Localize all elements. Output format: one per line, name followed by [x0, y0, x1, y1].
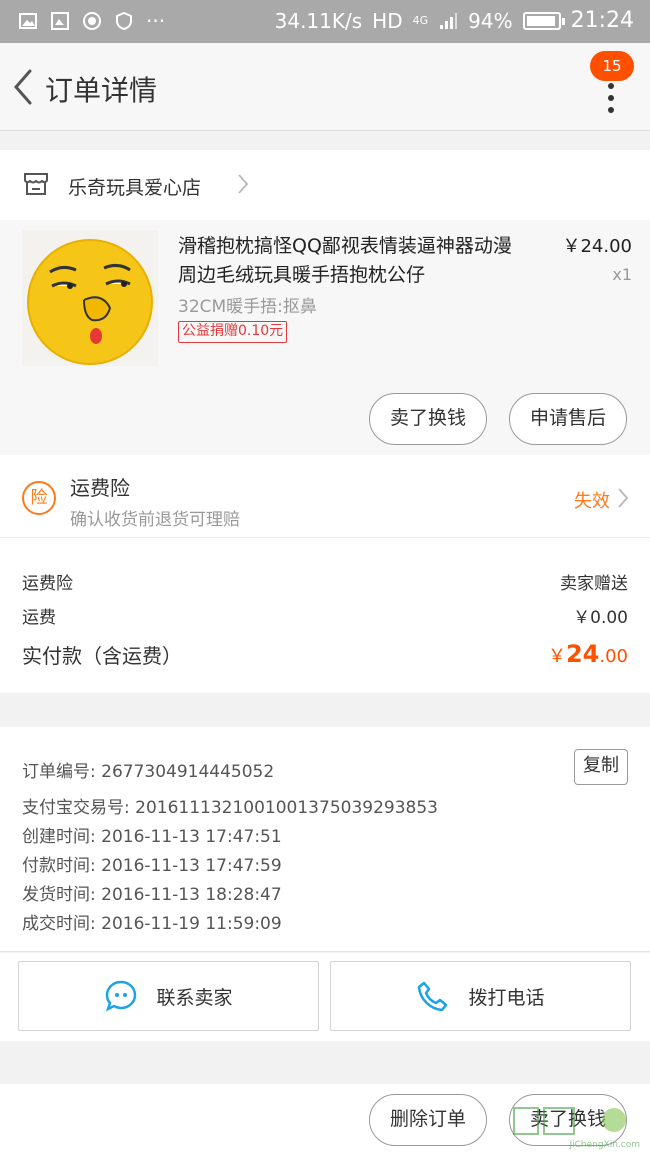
record-icon — [83, 12, 101, 30]
total-integer: 24 — [565, 640, 600, 668]
fee-label: 运费险 — [22, 574, 73, 594]
battery-icon — [522, 11, 565, 30]
total-amount: ￥24.00 — [548, 640, 628, 668]
fee-label: 运费 — [22, 608, 56, 628]
watermark-text: JiChengXin.com — [569, 1140, 640, 1150]
contact-seller-button[interactable]: 联系卖家 — [18, 961, 319, 1031]
shipping-insurance-row[interactable]: 险 运费险 确认收货前退货可理赔 失效 — [0, 455, 650, 538]
chat-bubble-icon — [106, 980, 137, 1012]
paid-time: 付款时间: 2016-11-13 17:47:59 — [22, 856, 282, 876]
total-label: 实付款（含运费） — [22, 644, 182, 668]
battery-percent: 94% — [468, 8, 513, 33]
charity-tag: 公益捐赠0.10元 — [178, 321, 288, 343]
product-quantity: x1 — [612, 265, 632, 284]
fee-value: 卖家赠送 — [560, 574, 628, 594]
product-image[interactable] — [22, 230, 158, 366]
fee-row: 运费 ￥0.00 — [22, 603, 628, 628]
hd-label: HD — [372, 8, 403, 33]
delete-order-button[interactable]: 删除订单 — [369, 1094, 487, 1146]
alipay-trade-number: 支付宝交易号: 2016111321001001375039293853 — [22, 798, 438, 818]
network-speed: 34.11K/s — [274, 8, 363, 33]
insurance-icon: 险 — [22, 481, 56, 515]
store-icon — [24, 173, 48, 195]
back-arrow-icon[interactable] — [10, 67, 34, 107]
contact-seller-label: 联系卖家 — [156, 986, 233, 1009]
shop-name: 乐奇玩具爱心店 — [68, 177, 202, 199]
insurance-status: 失效 — [574, 491, 610, 512]
after-sale-button[interactable]: 申请售后 — [509, 393, 627, 445]
product-sku: 32CM暖手捂:抠鼻 — [178, 297, 317, 317]
insurance-title: 运费险 — [70, 476, 130, 500]
contact-bar: 联系卖家 拨打电话 — [0, 953, 650, 1041]
app-header: 订单详情 15 — [0, 43, 650, 131]
created-time: 创建时间: 2016-11-13 17:47:51 — [22, 827, 282, 847]
product-item: 滑稽抱枕搞怪QQ鄙视表情装逼神器动漫周边毛绒玩具暖手捂抱枕公仔 32CM暖手捂:… — [0, 220, 650, 455]
sell-for-cash-button[interactable]: 卖了换钱 — [369, 393, 487, 445]
page-title: 订单详情 — [45, 74, 158, 107]
fee-value: ￥0.00 — [573, 608, 628, 628]
total-paid-row: 实付款（含运费） ￥24.00 — [22, 640, 628, 669]
watermark-logo: JiChengXin.com — [504, 1104, 644, 1150]
call-phone-button[interactable]: 拨打电话 — [330, 961, 631, 1031]
clock: 21:24 — [570, 8, 634, 33]
product-price: ￥24.00 — [562, 236, 632, 257]
product-title[interactable]: 滑稽抱枕搞怪QQ鄙视表情装逼神器动漫周边毛绒玩具暖手捂抱枕公仔 — [178, 232, 518, 290]
gallery-icon — [51, 12, 69, 30]
fee-row: 运费险 卖家赠送 — [22, 569, 628, 594]
shop-row[interactable]: 乐奇玩具爱心店 — [0, 150, 650, 220]
insurance-subtitle: 确认收货前退货可理赔 — [70, 510, 240, 530]
order-details: 订单编号: 2677304914445052 复制 支付宝交易号: 201611… — [0, 727, 650, 952]
more-notifications-icon: ··· — [146, 9, 166, 33]
phone-icon — [418, 981, 448, 1012]
message-badge: 15 — [590, 51, 634, 81]
shipped-time: 发货时间: 2016-11-13 18:28:47 — [22, 885, 282, 905]
signal-type: 4G — [412, 14, 429, 27]
copy-button[interactable]: 复制 — [574, 749, 628, 785]
signal-icon — [440, 12, 458, 29]
completed-time: 成交时间: 2016-11-19 11:59:09 — [22, 914, 282, 934]
chevron-right-icon — [238, 174, 249, 194]
more-menu-icon[interactable] — [606, 83, 616, 125]
chevron-right-icon — [618, 488, 629, 508]
fee-summary: 运费险 卖家赠送 运费 ￥0.00 实付款（含运费） ￥24.00 — [0, 538, 650, 693]
image-icon — [19, 13, 37, 29]
order-number: 订单编号: 2677304914445052 — [22, 762, 275, 782]
shield-icon — [116, 11, 132, 31]
total-decimal: .00 — [599, 646, 628, 667]
call-phone-label: 拨打电话 — [468, 986, 545, 1009]
status-bar: ··· 34.11K/s HD 4G 94% 21:24 — [0, 0, 650, 43]
total-currency: ￥ — [547, 646, 566, 667]
